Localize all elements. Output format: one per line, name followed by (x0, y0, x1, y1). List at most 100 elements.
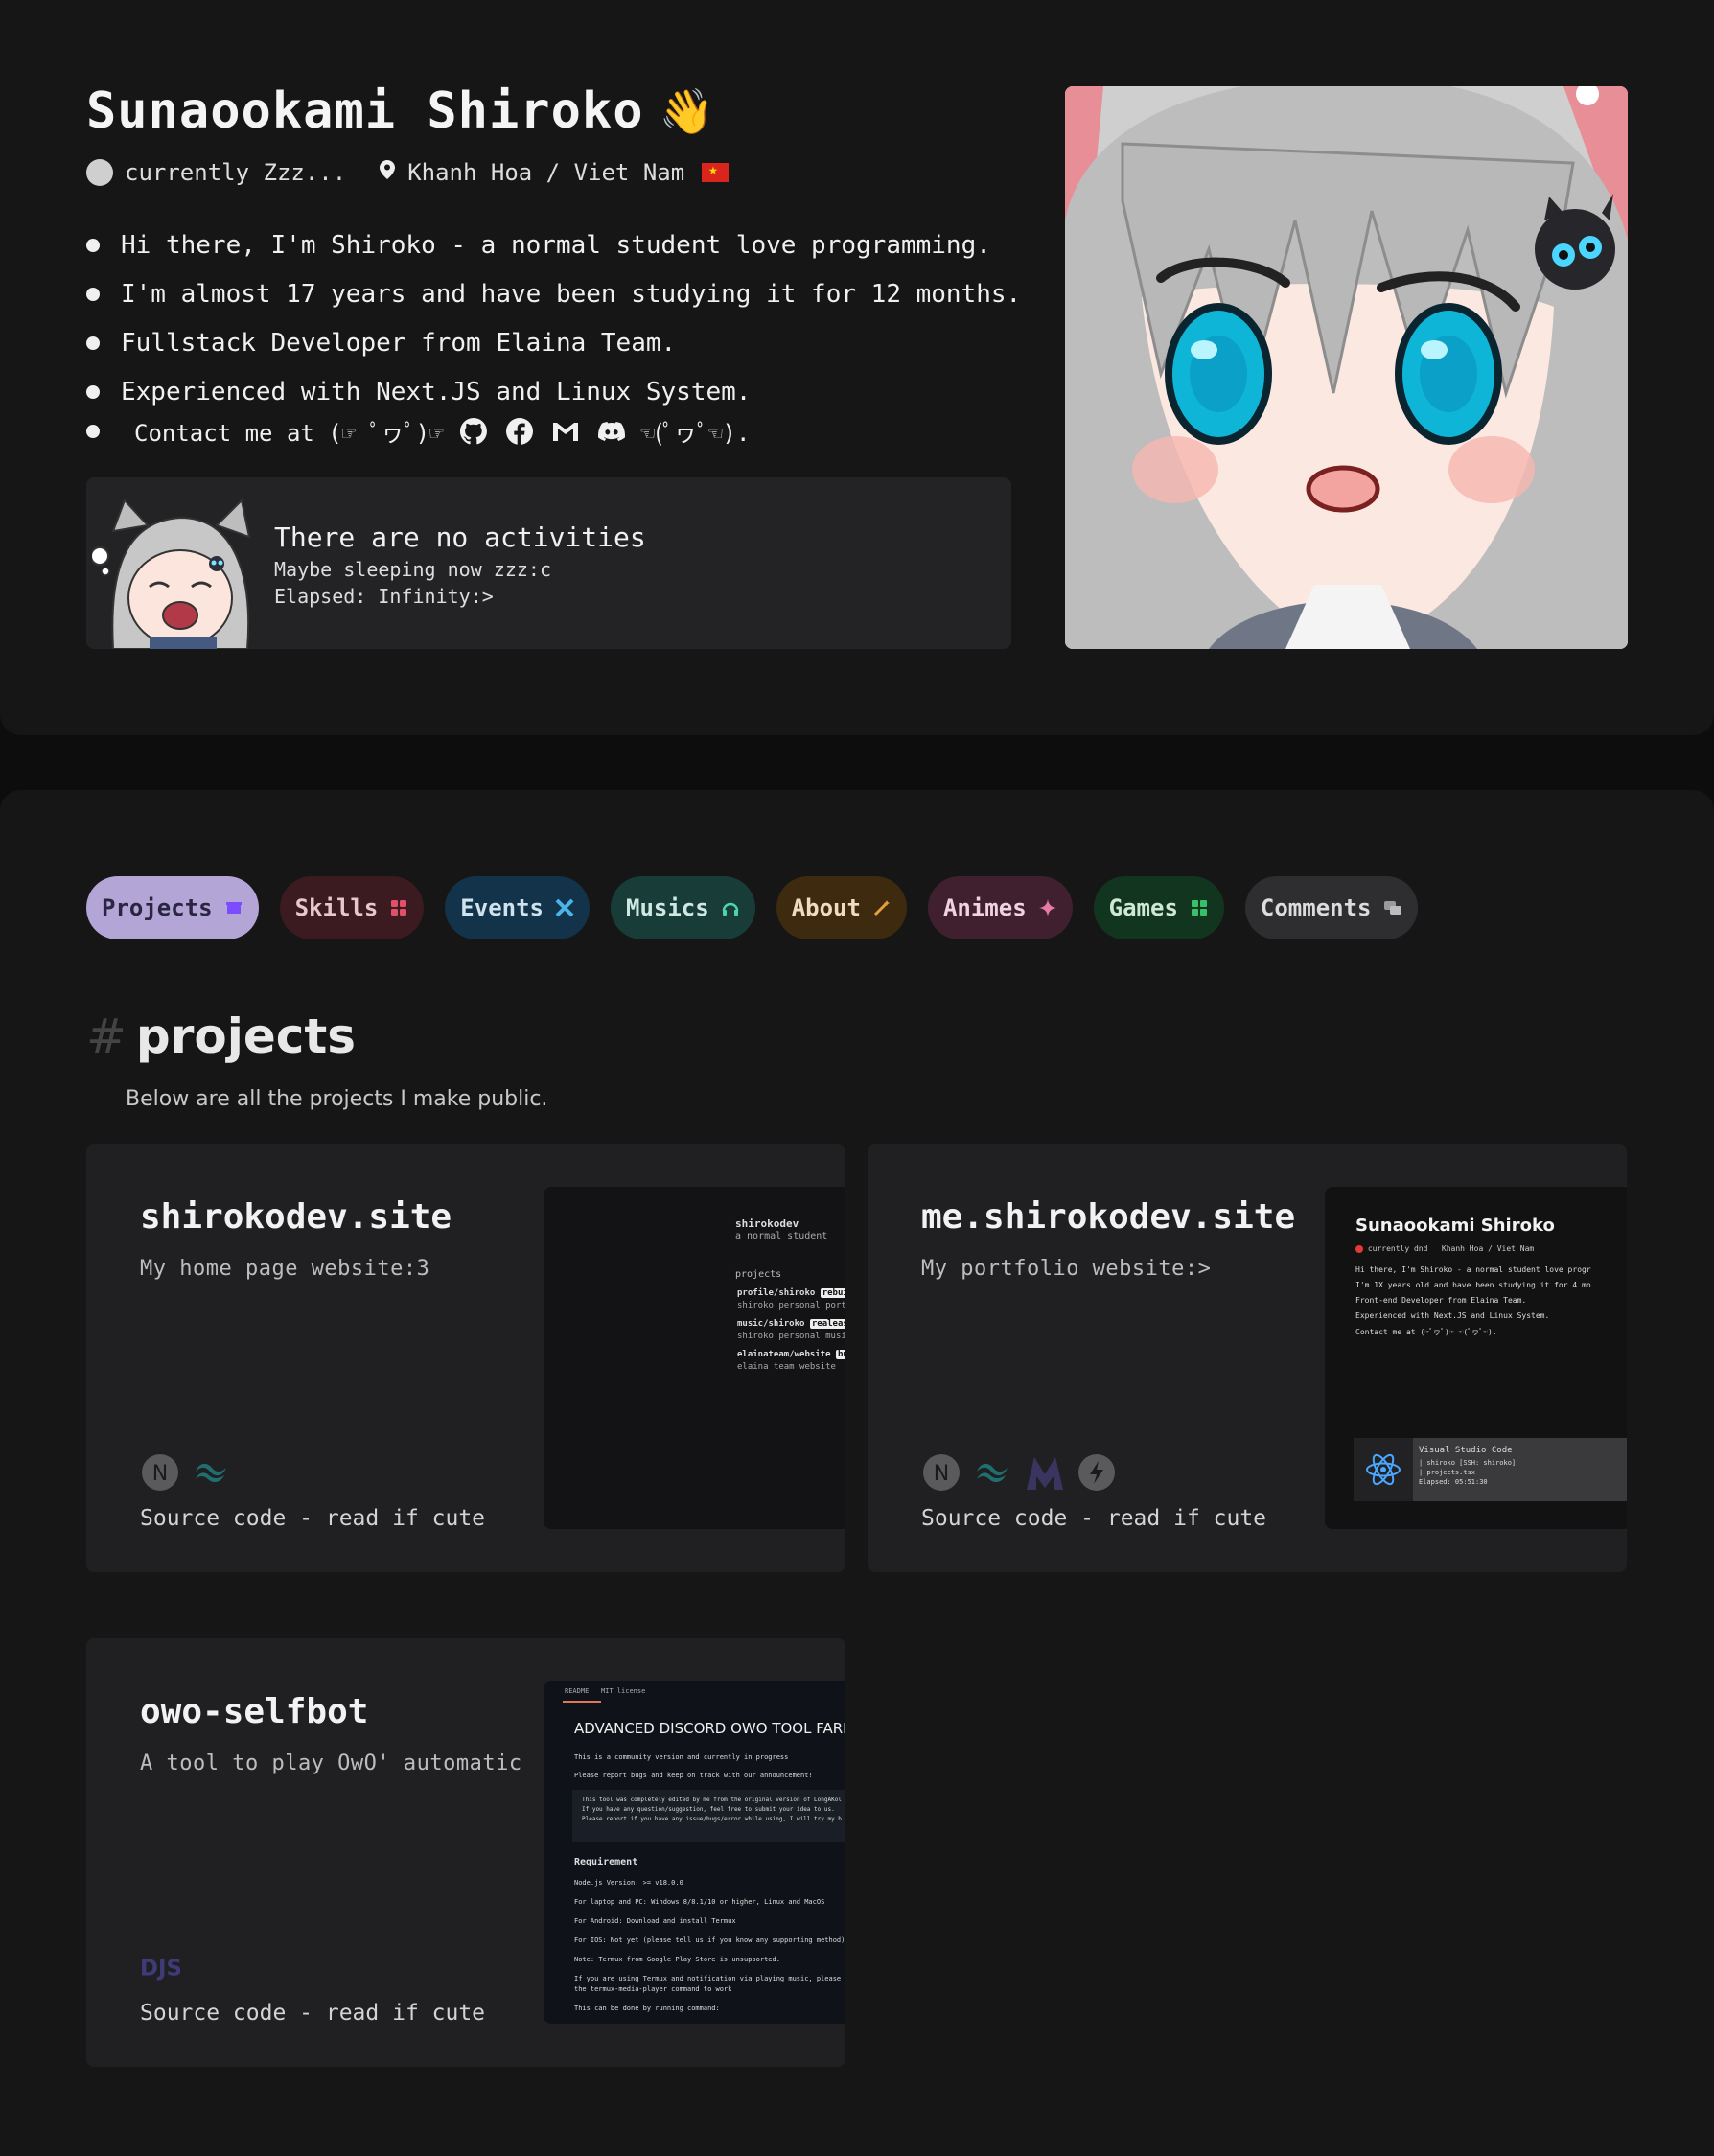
shot-text: music/shiroko realeased (737, 1319, 845, 1329)
svg-text:DJS: DJS (140, 1957, 180, 1982)
section-title: # projects (86, 1008, 356, 1064)
wave-icon: 👋 (659, 84, 715, 137)
facebook-icon[interactable] (503, 415, 536, 448)
discord-icon[interactable] (595, 415, 628, 448)
bio-item: Experienced with Next.JS and Linux Syste… (86, 367, 1021, 416)
million-icon (1025, 1452, 1065, 1493)
shot-text: I'm 1X years old and have been studying … (1355, 1281, 1591, 1289)
location-text: Khanh Hoa / Viet Nam (407, 159, 685, 186)
status-text: currently Zzz... (125, 159, 347, 186)
shot-text: shiroko personal portfolio (737, 1301, 845, 1310)
project-description: My portfolio website:> (921, 1257, 1212, 1281)
shot-text: Node.js Version: >= v18.0.0 (574, 1879, 683, 1887)
project-card[interactable]: shirokodev.site My home page website:3 N… (86, 1144, 845, 1572)
shot-text: README MIT license (565, 1687, 646, 1695)
shot-text: For IOS: Not yet (please tell us if you … (574, 1936, 845, 1944)
shot-text: ADVANCED DISCORD OWO TOOL FARM (574, 1720, 845, 1737)
bullet-icon (86, 424, 100, 438)
shot-text: Experienced with Next.JS and Linux Syste… (1355, 1311, 1550, 1320)
project-screenshot: README MIT license ADVANCED DISCORD OWO … (544, 1681, 845, 2024)
github-icon[interactable] (457, 415, 490, 448)
shot-text: Sunaookami Shiroko (1355, 1216, 1555, 1236)
section-hash: # (86, 1008, 127, 1064)
tab-bar: Projects Skills Events Musics About Anim… (86, 876, 1418, 939)
tech-icons: N (921, 1452, 1117, 1493)
shot-text: elaina team website (737, 1362, 836, 1372)
bullet-icon (86, 287, 100, 301)
tab-label: Games (1108, 894, 1178, 921)
profile-card: Sunaookami Shiroko 👋 currently Zzz... Kh… (0, 0, 1714, 735)
sleepy-chibi-image (92, 498, 251, 649)
status-dot-icon (86, 159, 113, 186)
headphones-icon (721, 898, 740, 917)
tab-comments[interactable]: Comments (1244, 876, 1418, 939)
tab-label: Animes (942, 894, 1027, 921)
shot-text: This tool was completely edited by me fr… (582, 1797, 842, 1803)
location-pin-icon (379, 159, 396, 186)
tab-projects[interactable]: Projects (86, 876, 259, 939)
box-icon (224, 898, 243, 917)
project-screenshot: Sunaookami Shiroko currently dnd Khanh H… (1325, 1187, 1627, 1529)
tab-musics[interactable]: Musics (611, 876, 755, 939)
tab-label: Projects (102, 894, 213, 921)
project-card[interactable]: me.shirokodev.site My portfolio website:… (868, 1144, 1627, 1572)
source-code-link[interactable]: Source code - read if cute (140, 2001, 485, 2026)
tab-skills[interactable]: Skills (279, 876, 425, 939)
shot-text: Requirement (574, 1857, 638, 1867)
source-code-link[interactable]: Source code - read if cute (140, 1506, 485, 1531)
tab-label: About (791, 894, 861, 921)
section-title-text: projects (135, 1008, 357, 1064)
tab-events[interactable]: Events (445, 876, 590, 939)
shot-text: elainateam/website build (737, 1350, 845, 1359)
project-title: shirokodev.site (140, 1197, 452, 1237)
bio-item: I'm almost 17 years and have been studyi… (86, 269, 1021, 318)
project-screenshot: shirokodev a normal student projects pro… (544, 1187, 845, 1529)
shot-text: | projects.tsx (1419, 1469, 1476, 1476)
shot-text: projects (735, 1269, 782, 1280)
tab-label: Skills (294, 894, 379, 921)
project-description: My home page website:3 (140, 1257, 430, 1281)
wand-icon (872, 898, 892, 917)
bullet-icon (86, 384, 100, 399)
project-card[interactable]: owo-selfbot A tool to play OwO' automati… (86, 1638, 845, 2067)
shot-text: Front-end Developer from Elaina Team. (1355, 1296, 1527, 1305)
gmail-icon[interactable] (549, 415, 582, 448)
tab-label: Musics (626, 894, 709, 921)
nextjs-icon: N (921, 1452, 961, 1493)
project-description: A tool to play OwO' automatic (140, 1751, 522, 1775)
grid-icon (389, 898, 408, 917)
profile-name: Sunaookami Shiroko (86, 82, 644, 140)
section-subtitle: Below are all the projects I make public… (126, 1087, 548, 1111)
shot-text: For Android: Download and install Termux (574, 1917, 736, 1925)
tab-animes[interactable]: Animes (927, 876, 1073, 939)
bullet-icon (86, 336, 100, 350)
presence-box: Visual Studio Code | shiroko [SSH: shiro… (1354, 1438, 1627, 1501)
shot-text: This can be done by running command: (574, 2005, 720, 2012)
shot-text: the termux-media-player command to work (574, 1985, 732, 1993)
shot-text: a normal student (735, 1231, 828, 1241)
bio-text: Experienced with Next.JS and Linux Syste… (121, 377, 752, 406)
tab-games[interactable]: Games (1093, 876, 1224, 939)
activity-title: There are no activities (274, 522, 646, 553)
activity-elapsed: Elapsed: Infinity:> (274, 585, 494, 608)
ribbon-icon (555, 898, 574, 917)
shot-text: Please report if you have any issue/bugs… (582, 1816, 842, 1822)
bullet-icon (86, 238, 100, 252)
contact-suffix: ☜(ﾟヮﾟ☜). (640, 420, 751, 447)
nextjs-icon: N (140, 1452, 180, 1493)
chat-icon (1383, 898, 1402, 917)
tech-icons: N (140, 1452, 232, 1493)
shot-text: If you are using Termux and notification… (574, 1975, 845, 1982)
shot-text: For laptop and PC: Windows 8/8.1/10 or h… (574, 1898, 825, 1906)
shot-text: Note: Termux from Google Play Store is u… (574, 1956, 780, 1963)
apps-icon (1190, 898, 1209, 917)
tab-about[interactable]: About (776, 876, 907, 939)
bio-item: Hi there, I'm Shiroko - a normal student… (86, 220, 1021, 269)
shot-text: Visual Studio Code (1419, 1446, 1513, 1455)
shot-text: Elapsed: 05:51:30 (1419, 1478, 1488, 1486)
tailwind-icon (192, 1452, 232, 1493)
shot-text: shirokodev (735, 1217, 799, 1230)
shot-text: profile/shiroko rebuilding (737, 1288, 845, 1298)
shot-text: | shiroko [SSH: shiroko] (1419, 1459, 1517, 1467)
source-code-link[interactable]: Source code - read if cute (921, 1506, 1266, 1531)
